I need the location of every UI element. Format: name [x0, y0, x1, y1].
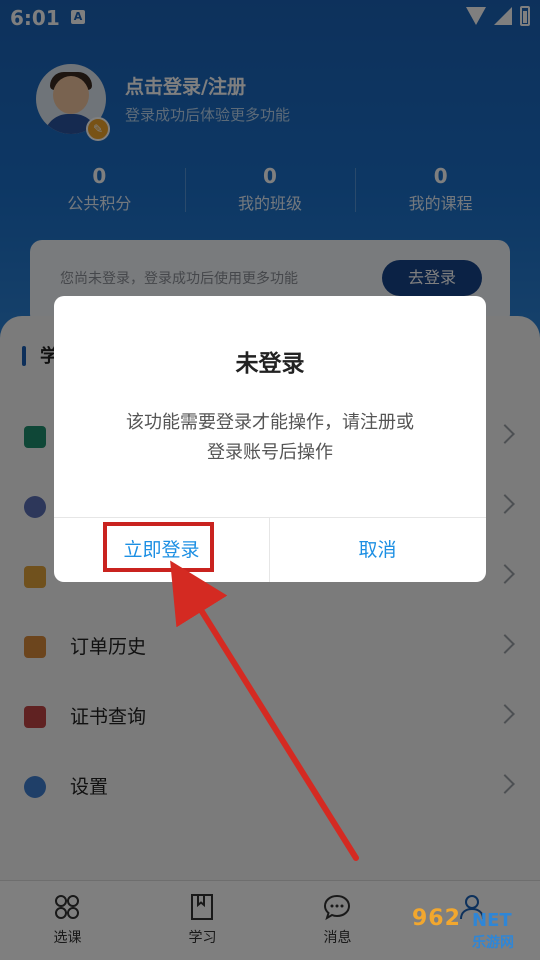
watermark-text: 乐游网: [472, 935, 514, 951]
watermark-logo: 962 NET 乐游网: [404, 904, 534, 954]
watermark-number: 962: [412, 906, 461, 931]
annotation-arrow: [170, 560, 359, 861]
watermark-net: NET: [472, 910, 512, 931]
arrow-line: [170, 560, 359, 861]
screen: 6:01 A ✎ 点击登录/注册 登录成功后体验更多功能 0 公共积分 0 我的…: [0, 0, 540, 960]
